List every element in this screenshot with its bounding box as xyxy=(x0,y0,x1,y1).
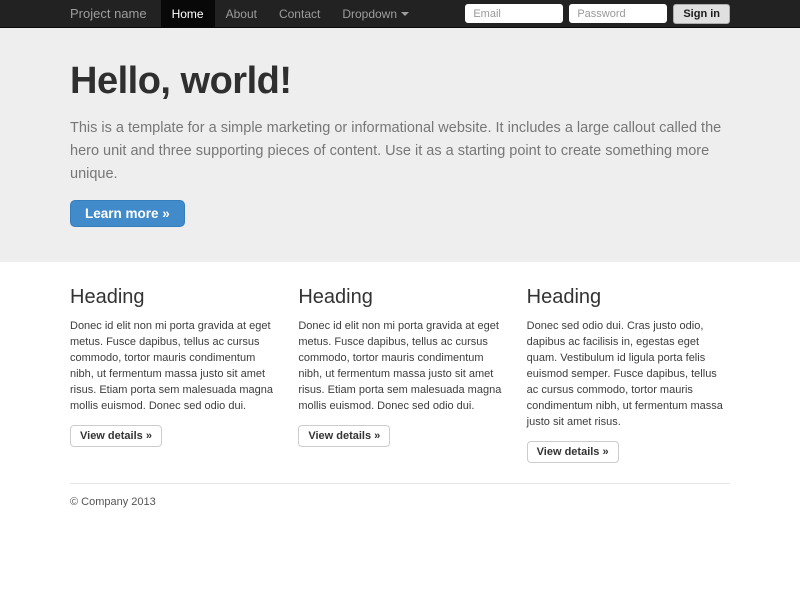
view-details-button-3[interactable]: View details » xyxy=(527,441,619,463)
column-body: Donec sed odio dui. Cras justo odio, dap… xyxy=(527,318,730,430)
navbar: Project name Home About Contact Dropdown… xyxy=(0,0,800,28)
column-body: Donec id elit non mi porta gravida at eg… xyxy=(298,318,501,414)
nav-item-home[interactable]: Home xyxy=(161,0,215,27)
marketing-column-1: Heading Donec id elit non mi porta gravi… xyxy=(70,262,273,463)
column-heading: Heading xyxy=(298,286,501,309)
navbar-nav: Home About Contact Dropdown xyxy=(161,0,420,27)
hero-description: This is a template for a simple marketin… xyxy=(70,117,730,186)
nav-item-dropdown-label: Dropdown xyxy=(342,7,397,21)
column-heading: Heading xyxy=(70,286,273,309)
sign-in-button[interactable]: Sign in xyxy=(673,4,730,24)
footer: © Company 2013 xyxy=(70,483,730,508)
marketing-section: Heading Donec id elit non mi porta gravi… xyxy=(70,262,730,508)
view-details-button-2[interactable]: View details » xyxy=(298,425,390,447)
navbar-brand[interactable]: Project name xyxy=(70,0,147,27)
column-heading: Heading xyxy=(527,286,730,309)
caret-down-icon xyxy=(401,12,409,16)
marketing-column-2: Heading Donec id elit non mi porta gravi… xyxy=(298,262,501,463)
email-field[interactable] xyxy=(465,4,563,23)
signin-form: Sign in xyxy=(465,0,730,27)
hero-title: Hello, world! xyxy=(70,60,730,103)
nav-item-dropdown[interactable]: Dropdown xyxy=(331,0,420,27)
learn-more-button[interactable]: Learn more » xyxy=(70,200,185,227)
marketing-column-3: Heading Donec sed odio dui. Cras justo o… xyxy=(527,262,730,463)
copyright-text: © Company 2013 xyxy=(70,496,730,508)
footer-divider xyxy=(70,483,730,484)
nav-item-contact[interactable]: Contact xyxy=(268,0,331,27)
hero-unit: Hello, world! This is a template for a s… xyxy=(0,28,800,262)
password-field[interactable] xyxy=(569,4,667,23)
nav-item-about[interactable]: About xyxy=(215,0,268,27)
column-body: Donec id elit non mi porta gravida at eg… xyxy=(70,318,273,414)
view-details-button-1[interactable]: View details » xyxy=(70,425,162,447)
